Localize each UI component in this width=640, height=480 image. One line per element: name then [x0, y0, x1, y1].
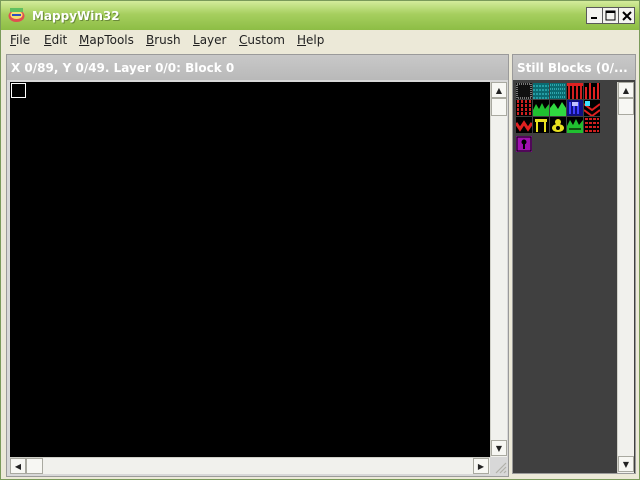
menu-help[interactable]: Help [297, 33, 324, 47]
maximize-button[interactable] [602, 7, 619, 24]
resize-grip-icon[interactable] [493, 460, 507, 474]
title-bar[interactable]: MappyWin32 [1, 1, 639, 30]
tile-block[interactable] [567, 100, 583, 116]
menu-layer[interactable]: Layer [193, 33, 226, 47]
tile-block[interactable] [584, 100, 600, 116]
maximize-icon [605, 10, 616, 21]
map-canvas[interactable] [10, 82, 490, 457]
arrow-down-icon: ▼ [622, 459, 630, 469]
menu-brush[interactable]: Brush [146, 33, 181, 47]
close-icon [621, 10, 632, 21]
arrow-down-icon: ▼ [495, 443, 503, 453]
menu-edit[interactable]: Edit [44, 33, 67, 47]
scroll-left-button[interactable]: ◀ [10, 458, 26, 474]
arrow-up-icon: ▲ [495, 85, 503, 95]
tile-block[interactable] [550, 117, 566, 133]
arrow-up-icon: ▲ [622, 85, 630, 95]
window-title: MappyWin32 [32, 9, 120, 23]
map-panel: X 0/89, Y 0/49. Layer 0/0: Block 0 ▲ ▼ ◀… [6, 54, 509, 477]
minimize-button[interactable] [586, 7, 603, 24]
tile-block[interactable] [516, 117, 532, 133]
map-status-bar: X 0/89, Y 0/49. Layer 0/0: Block 0 [7, 55, 508, 80]
menu-maptools[interactable]: MapTools [79, 33, 134, 47]
tile-block[interactable] [516, 100, 532, 116]
tile-block[interactable] [533, 117, 549, 133]
menu-file[interactable]: File [10, 33, 30, 47]
tiles-vertical-scrollbar[interactable]: ▲ ▼ [617, 82, 634, 473]
tiles-scroll-up-button[interactable]: ▲ [618, 82, 634, 98]
menu-custom[interactable]: Custom [239, 33, 285, 47]
tile-block[interactable] [584, 117, 600, 133]
tile-block[interactable] [550, 83, 566, 99]
tile-block[interactable] [550, 100, 566, 116]
tiles-scroll-thumb[interactable] [618, 98, 634, 115]
tiles-panel-title: Still Blocks (0/... [513, 55, 635, 80]
scroll-right-button[interactable]: ▶ [473, 458, 489, 474]
arrow-right-icon: ▶ [477, 461, 485, 471]
tiles-panel: Still Blocks (0/... ▲ ▼ [512, 54, 636, 474]
vertical-scroll-thumb[interactable] [491, 98, 507, 116]
tile-block[interactable] [516, 83, 532, 99]
tile-block[interactable] [533, 83, 549, 99]
map-vertical-scrollbar[interactable]: ▲ ▼ [490, 82, 507, 457]
tile-block[interactable] [567, 83, 583, 99]
menu-bar: File Edit MapTools Brush Layer Custom He… [1, 30, 639, 50]
block-cursor [11, 83, 26, 98]
app-window: MappyWin32 File Edit MapTools Brush Laye… [0, 0, 640, 480]
tile-block[interactable] [567, 117, 583, 133]
scroll-up-button[interactable]: ▲ [491, 82, 507, 98]
tile-block[interactable] [533, 100, 549, 116]
arrow-left-icon: ◀ [14, 461, 22, 471]
close-button[interactable] [618, 7, 635, 24]
scroll-down-button[interactable]: ▼ [491, 440, 507, 456]
tiles-scroll-down-button[interactable]: ▼ [618, 456, 634, 472]
map-horizontal-scrollbar[interactable]: ◀ ▶ [10, 457, 490, 474]
minimize-icon [591, 17, 597, 19]
tile-block[interactable] [516, 136, 532, 152]
horizontal-scroll-thumb[interactable] [26, 458, 43, 474]
mappy-app-icon [8, 8, 25, 22]
tile-block[interactable] [584, 83, 600, 99]
